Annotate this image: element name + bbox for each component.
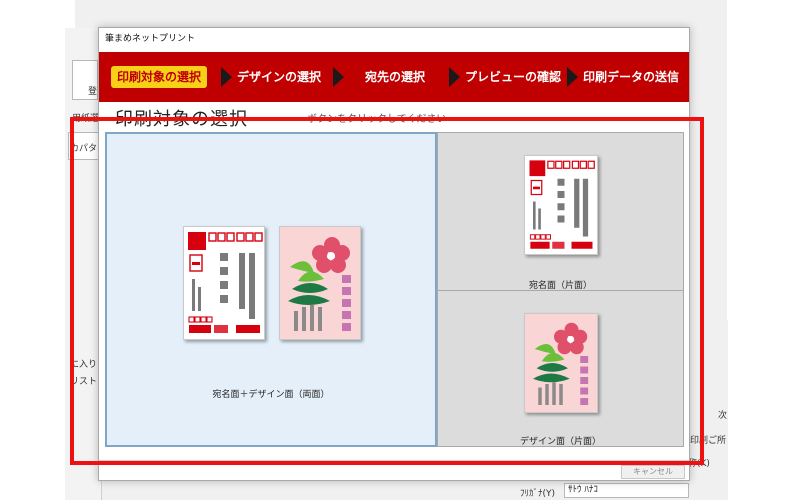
step-select-recipient: 宛先の選択 — [365, 70, 426, 84]
step-select-design: デザインの選択 — [237, 70, 322, 84]
page-hint: ボタンをクリックしてください — [307, 114, 447, 124]
option-both-sides[interactable]: 宛名面＋デザイン面（両面） — [105, 132, 437, 447]
step-arrow-icon — [221, 67, 232, 87]
dialog-divider — [99, 460, 689, 461]
design-card-icon — [524, 313, 598, 413]
option-address-side[interactable]: 宛名面（片面） — [437, 132, 684, 291]
step-send-data: 印刷データの送信 — [583, 70, 680, 84]
step-preview: プレビューの確認 — [465, 70, 562, 84]
background-label: 印刷ご所 — [690, 436, 727, 446]
net-print-dialog: 筆まめネットプリント 印刷対象の選択 デザインの選択 宛先の選択 プレビューの確… — [98, 27, 690, 481]
background-label: 登 — [88, 87, 98, 97]
background-label: 次 — [718, 411, 728, 421]
step-bar: 印刷対象の選択 デザインの選択 宛先の選択 プレビューの確認 印刷データの送信 — [99, 52, 689, 102]
address-card-icon — [524, 155, 598, 255]
background-label: 称(K) — [688, 459, 710, 469]
background-furigana-label: ﾌﾘｶﾞﾅ(Y) — [520, 489, 556, 499]
step-arrow-icon — [333, 67, 344, 87]
page-title: 印刷対象の選択 — [115, 109, 248, 129]
step-arrow-icon — [567, 67, 578, 87]
background-label: リスト — [70, 377, 98, 387]
design-card-icon — [279, 226, 361, 340]
option-label: デザイン面（片面） — [519, 437, 601, 447]
dialog-title: 筆まめネットプリント — [99, 28, 689, 51]
cancel-button[interactable]: キャンセル — [621, 465, 685, 479]
step-arrow-icon — [449, 67, 460, 87]
step-select-target: 印刷対象の選択 — [111, 66, 208, 88]
address-card-icon — [183, 226, 265, 340]
background-label: 用紙選 — [72, 114, 100, 124]
background-label: に入り — [70, 360, 98, 370]
furigana-input[interactable]: ｻﾄｳ ﾊﾅｺ — [564, 483, 689, 498]
option-design-side[interactable]: デザイン面（片面） — [437, 290, 684, 447]
option-label: 宛名面＋デザイン面（両面） — [212, 390, 330, 400]
